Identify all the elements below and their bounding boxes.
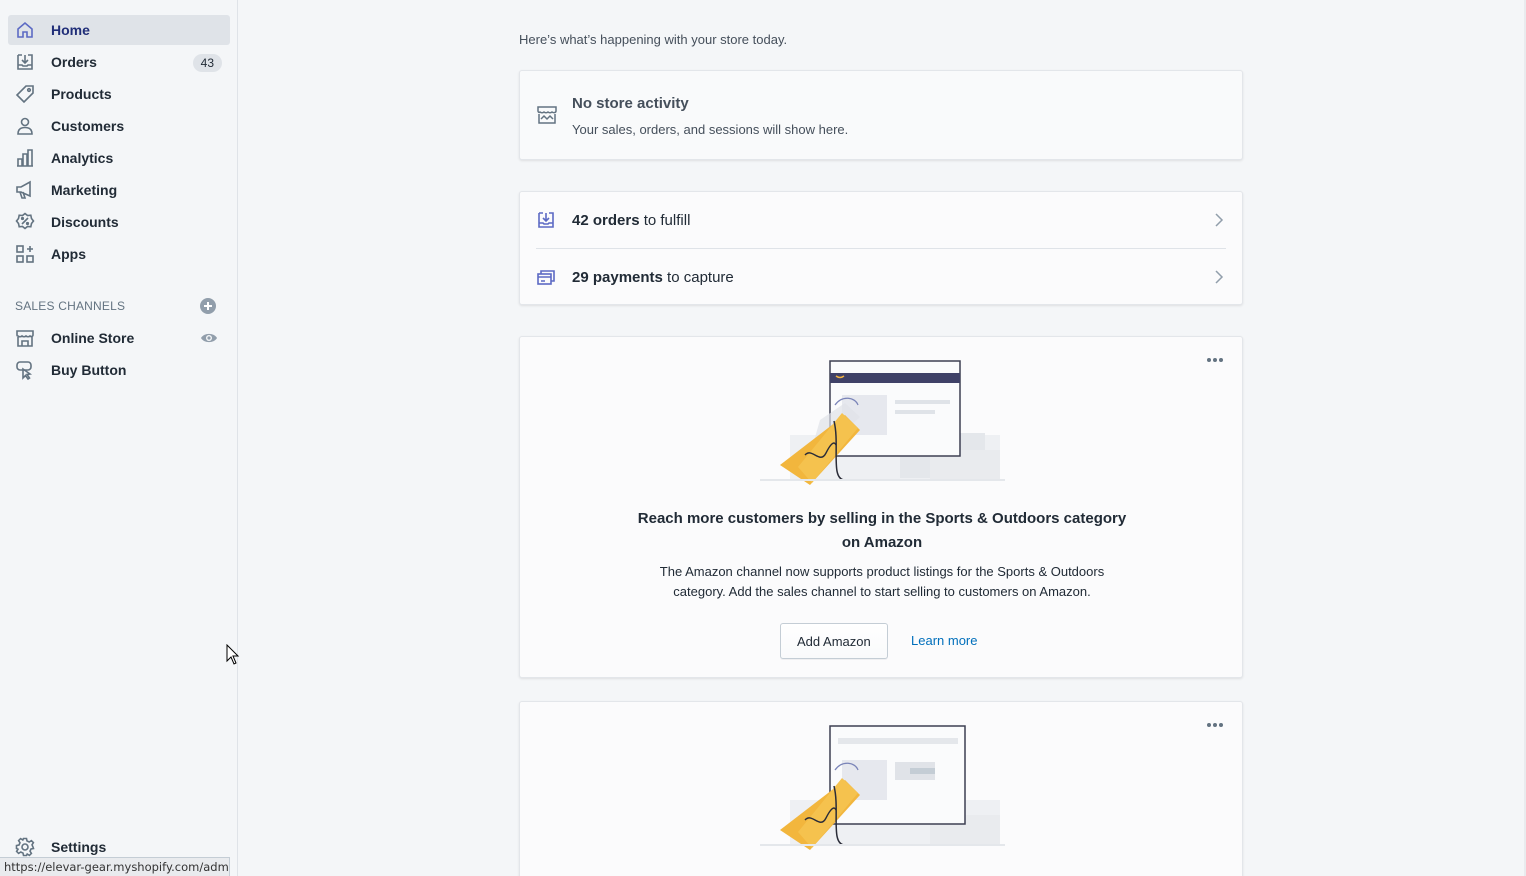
- sidebar-item-discounts[interactable]: Discounts: [8, 207, 230, 237]
- chevron-right-icon: [1215, 213, 1224, 227]
- apps-icon: [14, 243, 36, 265]
- sidebar-item-analytics[interactable]: Analytics: [8, 143, 230, 173]
- chevron-right-icon: [1215, 270, 1224, 284]
- tag-icon: [14, 83, 36, 105]
- sidebar-item-orders[interactable]: Orders 43: [8, 47, 230, 77]
- orders-to-fulfill-text: 42 orders to fulfill: [572, 212, 690, 229]
- sidebar-item-label: Online Store: [51, 330, 135, 346]
- buy-button-icon: [14, 359, 36, 381]
- sidebar-item-label: Settings: [51, 839, 107, 855]
- sidebar-item-label: Analytics: [51, 150, 114, 166]
- store-activity-card: No store activity Your sales, orders, an…: [519, 70, 1243, 160]
- promo-body-line-2: category. Add the sales channel to start…: [673, 584, 1091, 599]
- sidebar-item-label: Home: [51, 22, 90, 38]
- sidebar-item-label: Customers: [51, 118, 125, 134]
- activity-title: No store activity: [572, 95, 689, 112]
- person-icon: [14, 115, 36, 137]
- sidebar-item-label: Apps: [51, 246, 86, 262]
- payments-to-capture-row[interactable]: 29 payments to capture: [520, 249, 1242, 305]
- sidebar-item-label: Discounts: [51, 214, 119, 230]
- activity-subtitle: Your sales, orders, and sessions will sh…: [572, 122, 849, 137]
- orders-label: to fulfill: [639, 211, 691, 229]
- promo-title: Reach more customers by selling in the S…: [620, 507, 1144, 555]
- sidebar: Home Orders 43 Products Customers Analyt…: [0, 0, 238, 876]
- sidebar-item-home[interactable]: Home: [8, 15, 230, 45]
- more-options-icon[interactable]: [1206, 722, 1224, 728]
- promo-body-line-1: The Amazon channel now supports product …: [659, 564, 1105, 579]
- amazon-illustration: [760, 360, 1005, 485]
- sidebar-item-buy-button[interactable]: Buy Button: [8, 355, 230, 385]
- store-icon: [14, 327, 36, 349]
- promo-title-line-2: on Amazon: [841, 534, 923, 551]
- promo-illustration: [760, 725, 1005, 850]
- sidebar-item-online-store[interactable]: Online Store: [8, 323, 230, 353]
- sidebar-item-label: Orders: [51, 54, 97, 70]
- sidebar-item-label: Marketing: [51, 182, 118, 198]
- payments-to-capture-text: 29 payments to capture: [572, 269, 734, 286]
- promo-title-line-1: Reach more customers by selling in the S…: [637, 510, 1127, 527]
- learn-more-link[interactable]: Learn more: [911, 633, 977, 648]
- add-channel-icon[interactable]: [199, 297, 217, 315]
- orders-to-fulfill-row[interactable]: 42 orders to fulfill: [520, 192, 1242, 248]
- mouse-cursor-icon: [226, 644, 240, 665]
- sidebar-item-label: Buy Button: [51, 362, 127, 378]
- orders-count-badge: 43: [192, 54, 222, 72]
- bar-chart-icon: [14, 147, 36, 169]
- gear-icon: [14, 836, 36, 858]
- amazon-promo-card: Reach more customers by selling in the S…: [519, 336, 1243, 678]
- promo-card-2: [519, 701, 1243, 876]
- orders-icon: [14, 51, 36, 73]
- payments-icon: [537, 270, 555, 285]
- orders-count: 42 orders: [572, 211, 640, 229]
- link-status-bar: https://elevar-gear.myshopify.com/admin: [0, 857, 230, 876]
- store-activity-icon: [537, 106, 557, 124]
- sidebar-item-apps[interactable]: Apps: [8, 239, 230, 269]
- add-amazon-button[interactable]: Add Amazon: [780, 623, 888, 659]
- promo-body: The Amazon channel now supports product …: [620, 562, 1144, 602]
- orders-icon: [538, 212, 554, 228]
- discount-icon: [14, 211, 36, 233]
- sales-channels-heading: SALES CHANNELS: [15, 299, 126, 313]
- eye-icon[interactable]: [200, 331, 218, 345]
- sidebar-item-customers[interactable]: Customers: [8, 111, 230, 141]
- sidebar-item-marketing[interactable]: Marketing: [8, 175, 230, 205]
- todo-card: 42 orders to fulfill 29 payments to capt…: [519, 191, 1243, 305]
- megaphone-icon: [14, 179, 36, 201]
- payments-count: 29 payments: [572, 268, 663, 286]
- sidebar-item-label: Products: [51, 86, 112, 102]
- sidebar-item-products[interactable]: Products: [8, 79, 230, 109]
- more-options-icon[interactable]: [1206, 357, 1224, 363]
- payments-label: to capture: [662, 268, 734, 286]
- page-subtitle: Here’s what’s happening with your store …: [519, 32, 788, 47]
- home-icon: [14, 19, 36, 41]
